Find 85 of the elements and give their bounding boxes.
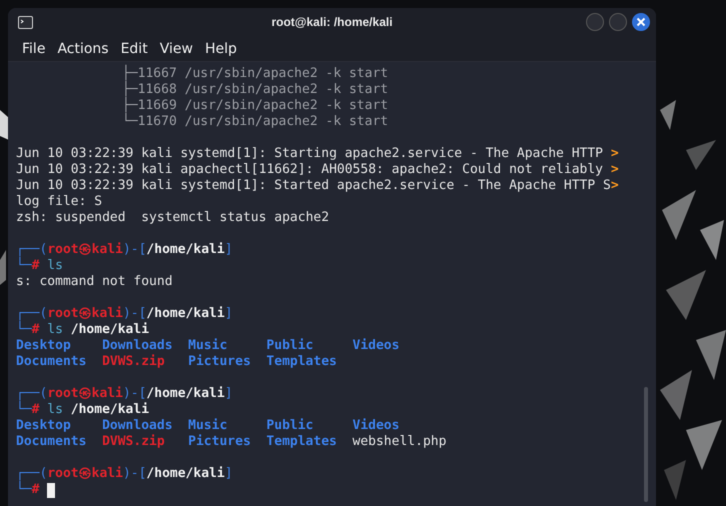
prompt-symbol: ㉿: [78, 386, 92, 402]
directory-name: Public: [266, 418, 314, 434]
directory-name: Pictures: [188, 434, 252, 450]
output-line: log file: S: [16, 194, 102, 210]
directory-name: Pictures: [188, 354, 252, 370]
prompt-path: /home/kali: [146, 386, 225, 402]
prompt-frame: ┌──(: [16, 386, 48, 402]
output-line: s: command not found: [16, 274, 173, 290]
prompt-sign: #: [32, 482, 40, 498]
command-name: ls: [47, 402, 63, 418]
process-tree-line: ├─11668 /usr/sbin/apache2 -k start: [122, 82, 388, 97]
archive-name: DVWS.zip: [102, 434, 166, 450]
prompt-separator: )-[: [122, 306, 146, 322]
command-name: ls: [47, 322, 63, 338]
prompt-user: root: [47, 242, 79, 258]
prompt-frame: └─: [16, 258, 32, 274]
prompt-sign: #: [32, 402, 40, 418]
window-title: root@kali: /home/kali: [271, 15, 393, 29]
prompt-frame: └─: [16, 482, 32, 498]
prompt-frame: └─: [16, 402, 32, 418]
prompt-bracket: ]: [224, 306, 233, 322]
truncation-marker: >: [610, 146, 619, 162]
close-icon: [636, 17, 646, 27]
directory-name: Music: [188, 338, 228, 354]
prompt-user: root: [47, 306, 79, 322]
prompt-host: kali: [92, 306, 123, 322]
log-line: Jun 10 03:22:39 kali systemd[1]: Starting apache2.service - The Apache HTTP: [16, 146, 604, 162]
prompt-path: /home/kali: [146, 306, 225, 322]
directory-name: Templates: [266, 354, 338, 370]
output-line: zsh: suspended systemctl status apache2: [16, 210, 330, 226]
terminal-icon: [18, 16, 33, 28]
directory-name: Videos: [352, 338, 400, 354]
directory-name: Downloads: [102, 418, 174, 434]
prompt-host: kali: [92, 386, 123, 402]
prompt-symbol: ㉿: [78, 466, 92, 482]
menu-item[interactable]: View: [154, 40, 199, 56]
prompt-symbol: ㉿: [78, 306, 92, 322]
directory-name: Documents: [16, 354, 88, 370]
truncation-marker: >: [610, 162, 619, 178]
directory-name: Desktop: [16, 338, 72, 354]
prompt-frame: ┌──(: [16, 306, 48, 322]
prompt-host: kali: [92, 242, 123, 258]
menu-item[interactable]: File: [16, 40, 52, 56]
prompt-separator: )-[: [122, 386, 146, 402]
directory-name: Documents: [16, 434, 88, 450]
prompt-sign: #: [32, 258, 40, 274]
prompt-frame: └─: [16, 322, 32, 338]
prompt-separator: )-[: [122, 242, 146, 258]
prompt-user: root: [47, 466, 79, 482]
directory-name: Videos: [352, 418, 400, 434]
prompt-separator: )-[: [122, 466, 146, 482]
directory-name: Desktop: [16, 418, 72, 434]
directory-name: Music: [188, 418, 228, 434]
prompt-sign: #: [32, 322, 40, 338]
prompt-bracket: ]: [224, 466, 233, 482]
menu-item[interactable]: Help: [198, 40, 243, 56]
prompt-path: /home/kali: [146, 466, 225, 482]
command-argument: /home/kali: [70, 402, 150, 418]
directory-name: Public: [266, 338, 314, 354]
menu-item[interactable]: Edit: [114, 40, 154, 56]
command-name: ls: [47, 258, 63, 274]
process-tree-line: ├─11667 /usr/sbin/apache2 -k start: [122, 66, 388, 81]
prompt-bracket: ]: [224, 242, 233, 258]
directory-name: Templates: [266, 434, 338, 450]
archive-name: DVWS.zip: [102, 354, 166, 370]
maximize-button[interactable]: [609, 13, 627, 31]
truncation-marker: >: [610, 178, 619, 194]
scrollbar-thumb[interactable]: [644, 387, 648, 502]
command-argument: /home/kali: [70, 322, 150, 338]
process-tree-line: └─11670 /usr/sbin/apache2 -k start: [122, 114, 388, 130]
process-tree-line: ├─11669 /usr/sbin/apache2 -k start: [122, 98, 388, 113]
prompt-bracket: ]: [224, 386, 233, 402]
minimize-button[interactable]: [586, 13, 604, 31]
prompt-host: kali: [92, 466, 123, 482]
prompt-path: /home/kali: [146, 242, 225, 258]
close-button[interactable]: [632, 13, 650, 31]
log-line: Jun 10 03:22:39 kali systemd[1]: Started apache2.service - The Apache HTTP S: [16, 178, 611, 194]
prompt-user: root: [47, 386, 79, 402]
log-line: Jun 10 03:22:39 kali apachectl[11662]: AH00558: apache2: Could not reliably: [16, 162, 604, 178]
prompt-frame: ┌──(: [16, 466, 48, 482]
menu-item[interactable]: Actions: [51, 40, 115, 56]
file-name: webshell.php: [352, 434, 448, 450]
prompt-frame: ┌──(: [16, 242, 48, 258]
prompt-symbol: ㉿: [78, 242, 92, 258]
directory-name: Downloads: [102, 338, 174, 354]
